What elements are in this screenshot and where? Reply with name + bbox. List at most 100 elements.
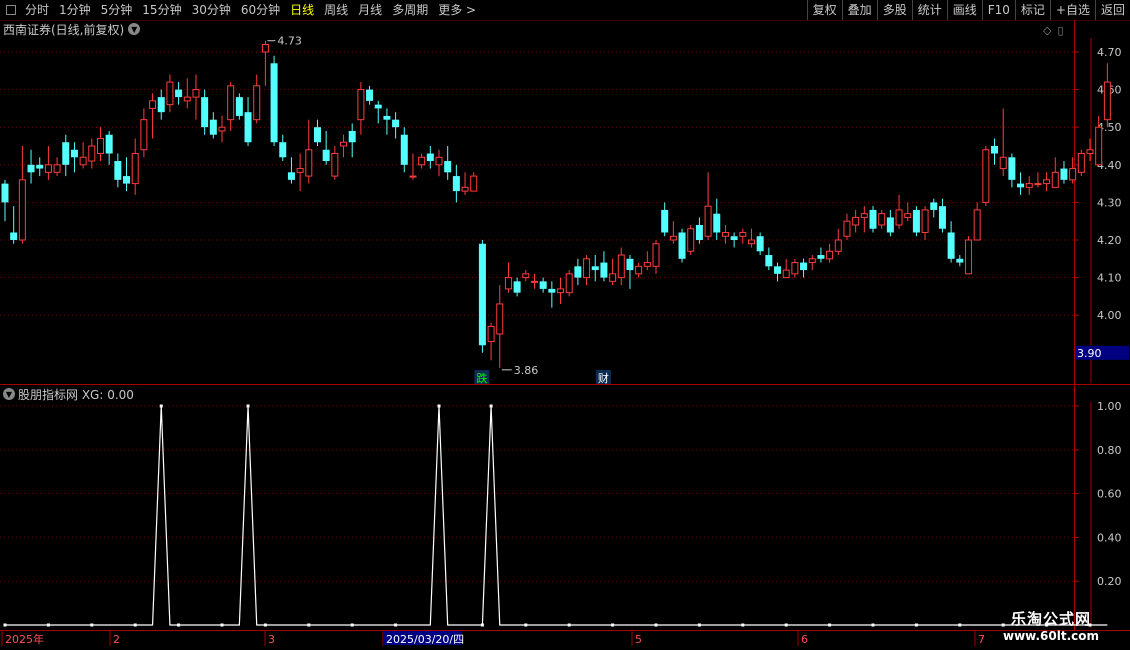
candle-body	[973, 209, 981, 241]
candle-body	[808, 258, 816, 264]
period-tab[interactable]: 5分钟	[96, 0, 138, 20]
period-tab[interactable]: 多周期	[387, 0, 433, 20]
candle-body	[583, 258, 591, 279]
period-tab[interactable]: 15分钟	[137, 0, 186, 20]
candle-body	[374, 104, 382, 109]
candle-body	[1025, 183, 1033, 188]
candle-body	[478, 243, 486, 346]
candle-body	[70, 149, 78, 158]
event-badge	[474, 370, 490, 384]
candle-body	[713, 213, 721, 233]
period-tab[interactable]: 分时	[20, 0, 54, 20]
toolbar-button[interactable]: 多股	[876, 0, 912, 20]
candle-body	[695, 224, 703, 240]
toolbar-button[interactable]: 返回	[1094, 0, 1130, 20]
period-tab[interactable]: 30分钟	[187, 0, 236, 20]
candle-body	[964, 239, 972, 275]
toolbar-button[interactable]: 标记	[1014, 0, 1050, 20]
candle-body	[938, 206, 946, 229]
indicator-point	[697, 623, 701, 627]
candle-body	[44, 164, 52, 173]
indicator-point	[307, 623, 311, 627]
date-label: 2025/03/20/四	[386, 633, 464, 646]
period-tab[interactable]: 1分钟	[54, 0, 96, 20]
panel-toggle-icon[interactable]	[6, 5, 16, 15]
candle-body	[756, 236, 764, 252]
candle-body	[470, 175, 478, 192]
indicator-point	[263, 623, 267, 627]
candle-body	[487, 325, 495, 343]
candle-body	[461, 186, 469, 192]
chevron-down-icon[interactable]: ▼	[128, 23, 141, 35]
candle-body	[496, 303, 504, 335]
candle-body	[1, 183, 9, 203]
candle-body	[409, 175, 417, 178]
date-label: 2025年	[5, 632, 44, 646]
toolbar-button[interactable]: F10	[981, 0, 1015, 20]
candle-body	[1034, 183, 1042, 186]
candle-body	[296, 168, 304, 173]
candle-body	[947, 232, 955, 259]
period-tabs: 分时 1分钟 5分钟 15分钟 30分钟 60分钟 日线 周线 月线 多周期 更多 >	[0, 0, 481, 20]
chart-corner-icons: ◇ ▯	[1043, 24, 1070, 37]
period-tab[interactable]: 更多 >	[433, 0, 481, 20]
candle-body	[999, 156, 1007, 170]
candle-body	[235, 97, 243, 116]
candle-body	[261, 43, 269, 53]
y-tick-label: 4.60	[1097, 84, 1122, 97]
candle-body	[747, 239, 755, 245]
candle-body	[617, 254, 625, 279]
candle-body	[1069, 168, 1077, 181]
chevron-down-icon[interactable]: ▼	[3, 388, 15, 400]
toolbar-button[interactable]: +自选	[1049, 0, 1095, 20]
candle-body	[600, 262, 608, 278]
period-tab[interactable]: 60分钟	[236, 0, 285, 20]
candle-body	[183, 96, 191, 102]
indicator-point	[480, 623, 484, 627]
candle-body	[18, 179, 26, 241]
candle-body	[860, 213, 868, 218]
period-tab[interactable]: 月线	[353, 0, 387, 20]
candle-body	[574, 266, 582, 278]
current-price-label: 3.90	[1077, 347, 1102, 360]
indicator-tick-label: 0.40	[1097, 531, 1122, 544]
toolbar-button[interactable]: 复权	[806, 0, 842, 20]
indicator-point	[90, 623, 94, 627]
candle-body	[340, 141, 348, 147]
candle-body	[930, 202, 938, 210]
indicator-point	[524, 623, 528, 627]
diamond-icon[interactable]: ◇	[1043, 24, 1051, 37]
candle-body	[1017, 183, 1025, 188]
toolbar-button[interactable]: 统计	[911, 0, 947, 20]
candle-body	[991, 146, 999, 154]
indicator-tick-label: 1.00	[1097, 400, 1122, 413]
indicator-point	[958, 623, 962, 627]
period-tab[interactable]: 日线	[285, 0, 319, 20]
stock-chart[interactable]: 4.70 4.60 4.50 4.40 4.30 4.20 4.10 4.00 1.00 0.80…	[0, 0, 1130, 650]
y-tick-label: 4.10	[1097, 272, 1122, 285]
toolbar-button[interactable]: 画线	[946, 0, 982, 20]
candle-body	[418, 156, 426, 166]
indicator-line	[5, 405, 1108, 626]
candle-body	[687, 228, 695, 252]
panel-layout-icon[interactable]: ▯	[1057, 24, 1063, 37]
candle-body	[1043, 179, 1051, 185]
indicator-point	[784, 623, 788, 627]
period-tab[interactable]: 周线	[319, 0, 353, 20]
candle-body	[1060, 168, 1068, 180]
candle-body	[62, 142, 70, 165]
candle-body	[53, 164, 61, 173]
candle-body	[426, 153, 434, 162]
candle-body	[279, 142, 287, 158]
candle-body	[609, 273, 617, 282]
candle-body	[721, 231, 729, 237]
toolbar-button[interactable]: 叠加	[841, 0, 877, 20]
candle-body	[435, 156, 443, 166]
candle-body	[704, 205, 712, 237]
candle-body	[287, 172, 295, 180]
candle-body	[774, 266, 782, 274]
candle-body	[392, 119, 400, 128]
indicator-point	[741, 623, 745, 627]
indicator-point	[3, 623, 7, 627]
indicator-point	[350, 623, 354, 627]
